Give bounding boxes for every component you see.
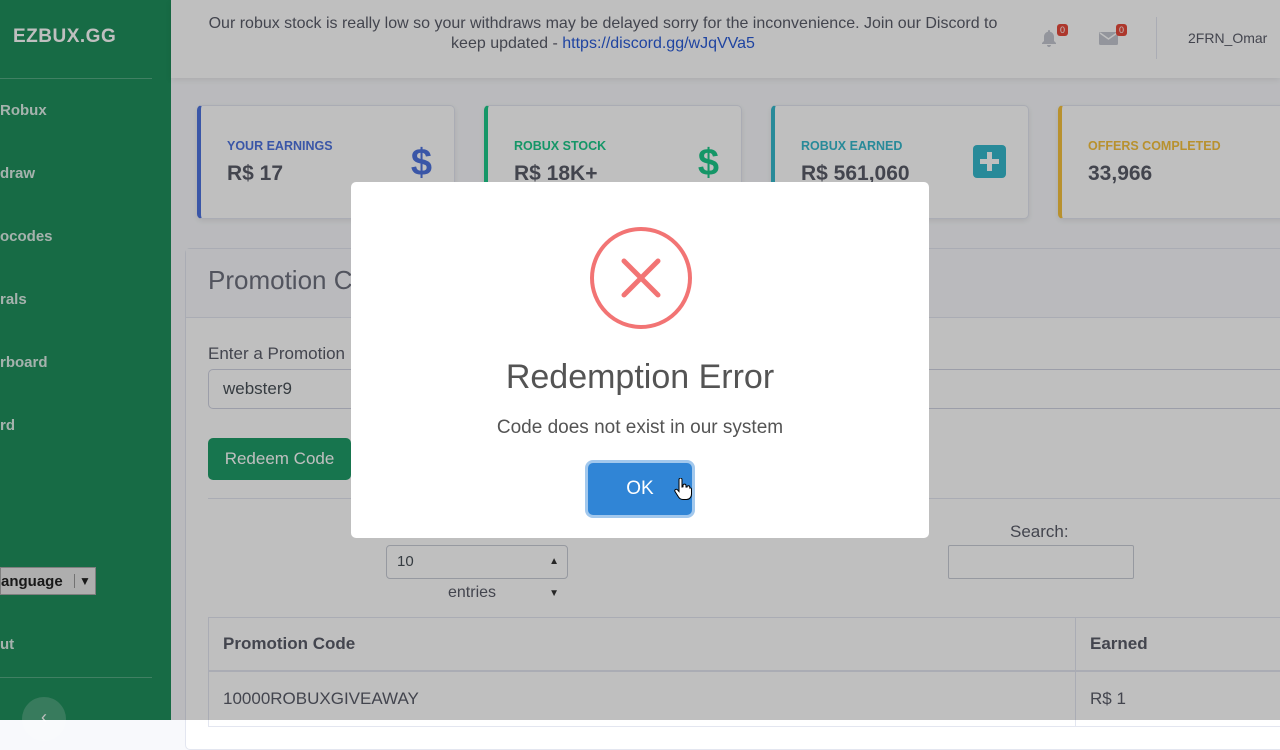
error-modal: Redemption Error Code does not exist in … [351,182,929,538]
modal-message: Code does not exist in our system [496,417,784,438]
hand-cursor-icon [674,477,692,500]
modal-title: Redemption Error [505,358,775,396]
error-x-icon [590,227,692,329]
